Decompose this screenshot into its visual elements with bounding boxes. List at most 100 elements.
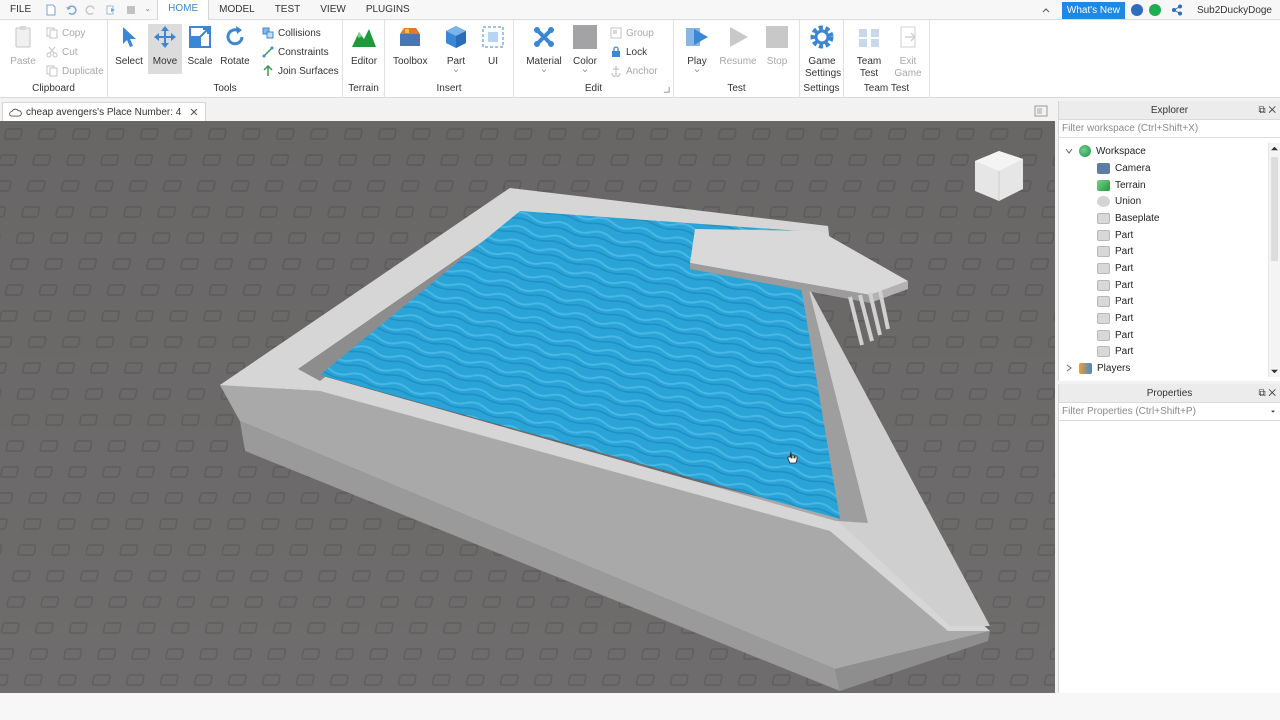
part-icon xyxy=(1097,279,1110,291)
tab-model[interactable]: MODEL xyxy=(209,0,265,20)
select-button[interactable]: Select xyxy=(112,24,146,68)
settings-group: Game Settings Settings xyxy=(800,20,844,98)
duplicate-button[interactable]: Duplicate xyxy=(46,63,104,79)
play-here-icon[interactable] xyxy=(105,4,117,16)
tab-view[interactable]: VIEW xyxy=(310,0,356,20)
undock-icon[interactable]: ⧉ xyxy=(1258,388,1265,399)
terrain-editor-button[interactable]: Editor xyxy=(347,24,381,68)
tree-item-terrain[interactable]: Terrain xyxy=(1097,177,1146,193)
account-area: What's New Sub2DuckyDoge xyxy=(1036,0,1280,20)
collisions-button[interactable]: Collisions xyxy=(262,25,321,41)
properties-filter-input[interactable]: Filter Properties (Ctrl+Shift+P) xyxy=(1059,403,1280,421)
copy-button[interactable]: Copy xyxy=(46,25,85,41)
explorer-header: Explorer ⧉ ✕ xyxy=(1059,101,1280,120)
team-test-button[interactable]: Team Test xyxy=(852,24,886,80)
anchor-button[interactable]: Anchor xyxy=(610,63,658,79)
part-icon xyxy=(1097,295,1110,307)
redo-icon[interactable] xyxy=(85,4,97,16)
group-icon xyxy=(610,27,622,39)
material-button[interactable]: Material xyxy=(526,24,562,73)
chevron-down-icon[interactable] xyxy=(453,69,459,73)
color-button[interactable]: Color xyxy=(568,24,602,73)
tree-item-part[interactable]: Part xyxy=(1097,260,1133,276)
tab-home[interactable]: HOME xyxy=(157,0,210,20)
join-surfaces-button[interactable]: Join Surfaces xyxy=(262,63,339,79)
paste-button[interactable]: Paste xyxy=(6,24,40,68)
tree-item-part[interactable]: Part xyxy=(1097,227,1133,243)
close-icon[interactable]: ✕ xyxy=(189,106,198,119)
tools-label: Tools xyxy=(213,83,237,94)
tree-item-part[interactable]: Part xyxy=(1097,243,1133,259)
scrollbar-thumb[interactable] xyxy=(1271,157,1278,261)
share-icon[interactable] xyxy=(1171,4,1183,16)
tree-item-part[interactable]: Part xyxy=(1097,293,1133,309)
undo-icon[interactable] xyxy=(65,4,77,16)
lock-button[interactable]: Lock xyxy=(610,44,647,60)
tree-item-part[interactable]: Part xyxy=(1097,343,1133,359)
status-icon[interactable] xyxy=(1148,4,1161,16)
new-file-icon[interactable] xyxy=(45,4,57,16)
collisions-icon xyxy=(262,27,274,39)
move-button[interactable]: Move xyxy=(148,24,182,74)
pool-scene xyxy=(0,121,1055,693)
ui-frame-icon xyxy=(482,26,504,48)
anchor-icon xyxy=(611,66,621,77)
rotate-button[interactable]: Rotate xyxy=(218,24,252,68)
stop-button[interactable]: Stop xyxy=(760,24,794,68)
chevron-up-icon[interactable] xyxy=(1270,145,1279,152)
game-settings-button[interactable]: Game Settings xyxy=(805,24,841,80)
chevron-down-icon[interactable] xyxy=(1065,147,1073,155)
part-icon xyxy=(1097,245,1110,257)
place-tab[interactable]: cheap avengers's Place Number: 4 ✕ xyxy=(2,102,206,121)
tree-item-baseplate[interactable]: Baseplate xyxy=(1097,210,1159,226)
toolbox-button[interactable]: Toolbox xyxy=(393,24,427,68)
close-icon[interactable]: ✕ xyxy=(1268,388,1276,399)
close-icon[interactable]: ✕ xyxy=(1268,105,1276,116)
chevron-down-icon[interactable] xyxy=(541,69,547,73)
chevron-down-icon[interactable] xyxy=(1270,368,1279,375)
team-test-label: Team Test xyxy=(863,83,910,94)
collapse-ribbon-icon[interactable] xyxy=(1040,4,1052,16)
ui-button[interactable]: UI xyxy=(476,24,510,68)
chevron-down-icon[interactable] xyxy=(694,69,700,73)
menu-file[interactable]: FILE xyxy=(0,0,41,20)
part-button[interactable]: Part xyxy=(439,24,473,73)
cut-button[interactable]: Cut xyxy=(46,44,78,60)
tree-item-workspace[interactable]: Workspace xyxy=(1065,143,1146,159)
constraints-button[interactable]: Constraints xyxy=(262,44,329,60)
terrain-label: Terrain xyxy=(348,83,379,94)
tab-test[interactable]: TEST xyxy=(265,0,311,20)
part-icon xyxy=(1097,229,1110,241)
username[interactable]: Sub2DuckyDoge xyxy=(1197,5,1272,16)
tree-item-players[interactable]: Players xyxy=(1065,360,1130,376)
play-button[interactable]: Play xyxy=(680,24,714,73)
3d-viewport[interactable] xyxy=(0,121,1055,693)
help-icon[interactable] xyxy=(1130,4,1143,16)
edit-options-icon[interactable] xyxy=(663,86,670,93)
terrain-icon xyxy=(352,29,376,47)
chevron-right-icon[interactable] xyxy=(1065,364,1073,372)
tree-item-part[interactable]: Part xyxy=(1097,277,1133,293)
whats-new-button[interactable]: What's New xyxy=(1061,1,1125,19)
scale-button[interactable]: Scale xyxy=(183,24,217,68)
stop-icon[interactable] xyxy=(125,4,137,16)
tree-item-union[interactable]: Union xyxy=(1097,193,1141,209)
chevron-down-icon[interactable] xyxy=(582,69,588,73)
scissors-icon xyxy=(46,46,58,58)
tree-item-part[interactable]: Part xyxy=(1097,327,1133,343)
resume-button[interactable]: Resume xyxy=(718,24,758,68)
explorer-scrollbar[interactable] xyxy=(1268,143,1280,377)
tree-item-part[interactable]: Part xyxy=(1097,310,1133,326)
play-icon xyxy=(686,28,708,46)
exit-icon xyxy=(900,26,917,48)
place-tab-title: cheap avengers's Place Number: 4 xyxy=(26,106,182,118)
chevron-down-icon[interactable] xyxy=(1270,410,1276,414)
group-button[interactable]: Group xyxy=(610,25,654,41)
tree-item-camera[interactable]: Camera xyxy=(1097,160,1151,176)
undock-icon[interactable]: ⧉ xyxy=(1258,105,1265,116)
exit-game-button[interactable]: Exit Game xyxy=(891,24,925,80)
chevron-down-icon[interactable] xyxy=(145,4,153,16)
viewport-mode-icon[interactable] xyxy=(1034,105,1048,117)
explorer-filter-input[interactable]: Filter workspace (Ctrl+Shift+X) xyxy=(1059,120,1280,138)
tab-plugins[interactable]: PLUGINS xyxy=(356,0,420,20)
